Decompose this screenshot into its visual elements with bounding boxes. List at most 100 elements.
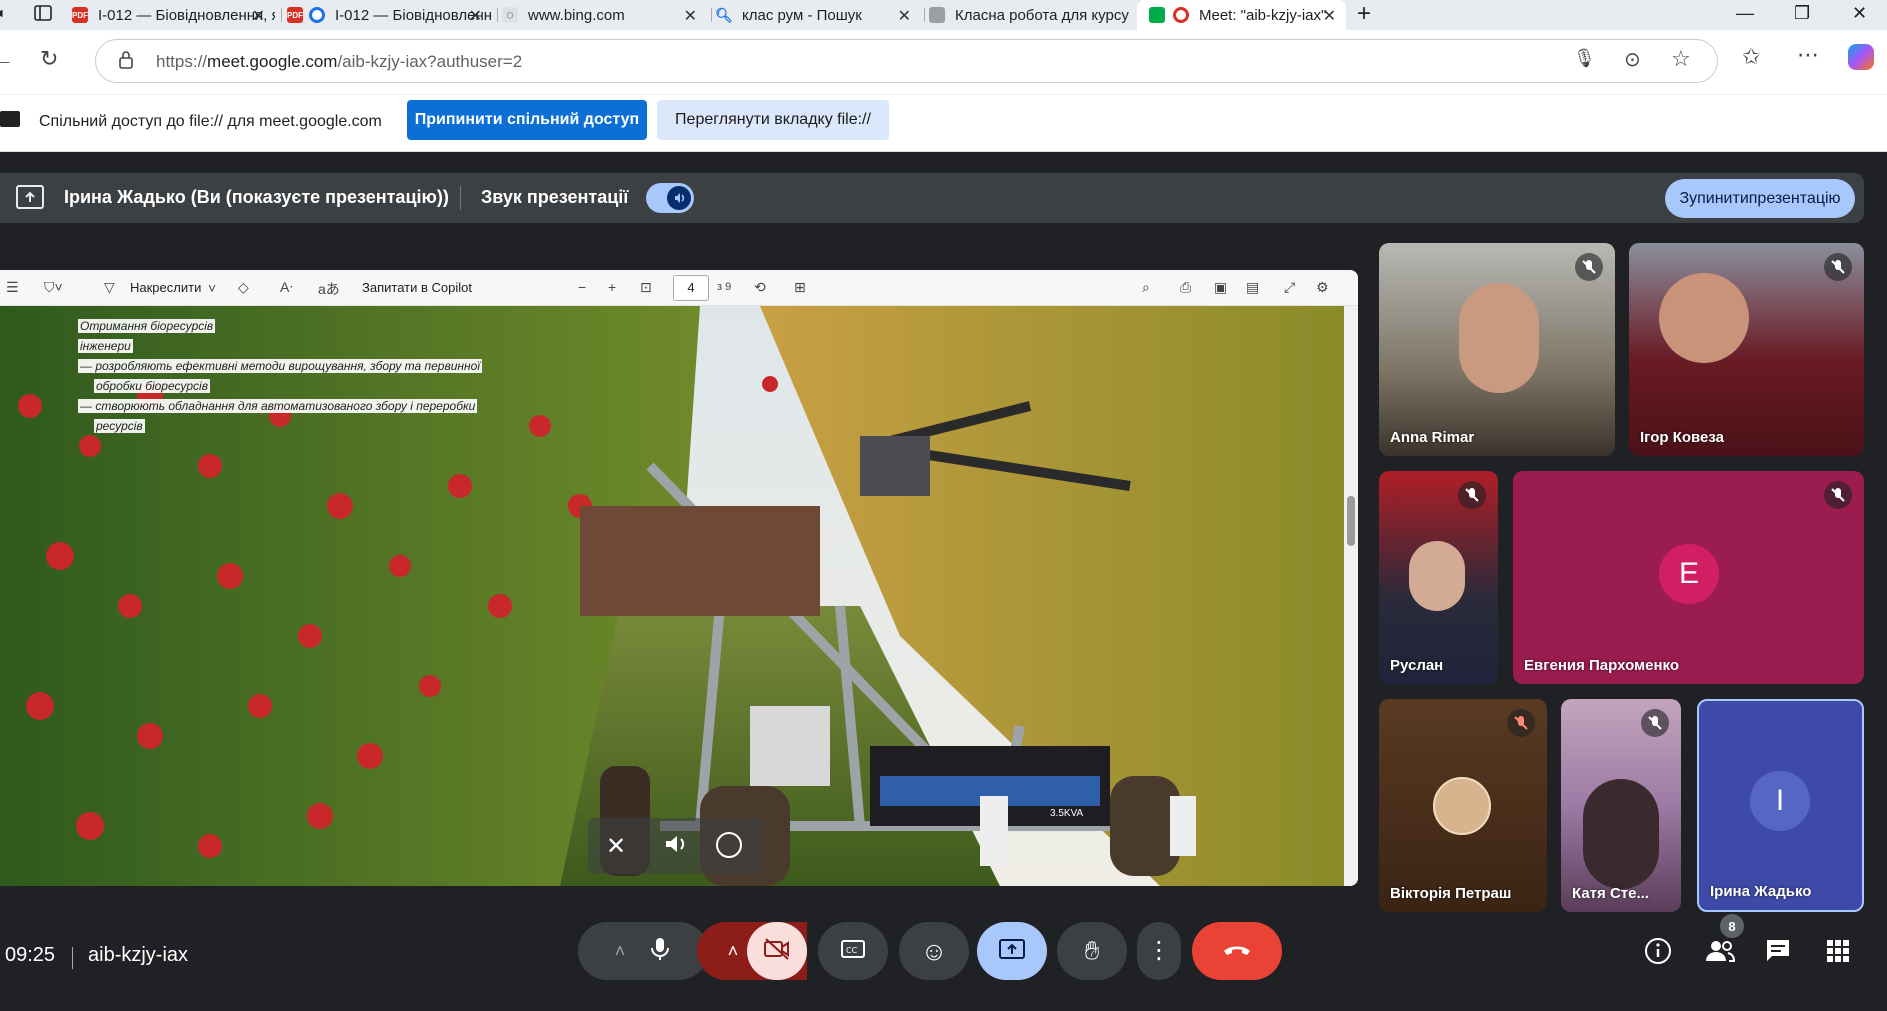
refresh-icon[interactable]: ↻ [40,46,58,72]
fullscreen-icon[interactable]: ⤢ [1284,279,1295,296]
contents-icon[interactable]: ☰ [6,279,19,296]
draw-icon[interactable]: ▽ [104,279,115,296]
people-count-badge: 8 [1720,914,1744,938]
camera-off-button[interactable] [747,922,807,980]
meeting-controls-bar: 09:25 aib-kzjy-iax ˄ ˄ CC ☺ ✋︎ ⋮ 8 [0,914,1887,1011]
media-controls-overlay: ✕ [588,818,764,874]
video-off-icon[interactable]: ✕ [606,832,626,861]
more-tools-icon[interactable]: ⊙ [1624,47,1641,72]
text-icon[interactable]: Aᐧ [280,279,293,296]
captions-icon: CC [840,939,866,964]
back-icon[interactable]: ← [0,46,14,72]
raise-hand-button[interactable]: ✋︎ [1057,922,1127,980]
favorites-icon[interactable]: ✩ [1742,44,1760,70]
participant-tile-ruslan[interactable]: Руслан [1379,471,1498,684]
highlight-icon[interactable]: ⛉˅ [44,279,63,296]
new-tab-icon[interactable]: + [1357,0,1371,28]
participant-tile-anna[interactable]: Anna Rimar [1379,243,1615,456]
svg-text:CC: CC [846,946,858,955]
captions-button[interactable]: CC [818,922,888,980]
scroll-thumb[interactable] [1347,496,1355,546]
participant-tile-ihor[interactable]: Ігор Ковеза [1629,243,1864,456]
pdf-scrollbar[interactable] [1344,306,1358,886]
browser-tab-6-active[interactable]: Meet: "aib-kzjy-iax" ✕ [1137,0,1346,30]
url-text[interactable]: https://meet.google.com/aib-kzjy-iax?aut… [156,52,522,72]
browser-tab-5[interactable]: Класна робота для курсу [929,0,1134,30]
total-pages: з 9 [717,281,732,293]
zoom-out-icon[interactable]: − [578,279,586,295]
chevron-up-icon[interactable]: ˄ [615,941,626,962]
more-options-button[interactable]: ⋮ [1137,922,1181,980]
read-aloud-icon[interactable]: aあ [318,279,340,299]
emoji-icon: ☺ [920,935,948,966]
meeting-info-icon[interactable] [1644,937,1672,970]
participant-tile-katia[interactable]: Катя Сте... [1561,699,1681,912]
browser-tab-4[interactable]: 🔍︎ клас рум - Пошук ✕ [716,0,921,30]
page-view-icon[interactable]: ⊞ [794,279,806,296]
microphone-button[interactable]: ˄ [578,922,708,980]
chevron-down-icon[interactable]: ˅ [208,280,216,296]
close-tab-icon[interactable]: ✕ [684,6,697,26]
presenting-bar: Ірина Жадько (Ви (показуєте презентацію)… [0,173,1864,223]
minimize-icon[interactable]: — [1736,3,1754,24]
present-now-button[interactable] [977,922,1047,980]
participant-avatar [1433,777,1491,835]
draw-label[interactable]: Накреслити [130,280,201,295]
profile-icon[interactable]: ◖ [0,5,6,23]
slide-line: інженери [78,339,133,353]
close-tab-icon[interactable]: ✕ [469,6,482,26]
page-number-input[interactable]: 4 [673,275,709,301]
activities-icon[interactable] [1824,937,1852,970]
lock-icon[interactable] [118,50,134,75]
microphone-icon[interactable]: 🎙︎ [1573,48,1596,69]
view-tab-button[interactable]: Переглянути вкладку file:// [657,100,889,140]
tab-actions-icon[interactable] [34,4,52,27]
gear-icon[interactable]: ⚙ [1316,279,1329,296]
rotate-icon[interactable]: ⟲ [754,279,766,296]
bing-icon: ⬡ [502,7,518,23]
save-as-icon[interactable]: ▤ [1246,279,1259,296]
chat-icon[interactable] [1764,937,1792,970]
participant-video [1659,273,1749,363]
mic-off-icon [1507,709,1535,737]
fit-width-icon[interactable]: ⊡ [640,279,652,296]
address-bar[interactable]: https://meet.google.com/aib-kzjy-iax?aut… [95,39,1718,83]
participant-tile-evgenia[interactable]: E Евгения Пархоменко [1513,471,1864,684]
participant-avatar: I [1750,771,1810,831]
remove-icon[interactable] [716,832,742,858]
chevron-up-icon[interactable]: ˄ [728,941,739,962]
close-window-icon[interactable]: ✕ [1852,3,1867,24]
recording-icon [1173,7,1189,23]
shared-pdf-viewer[interactable]: ☰ ⛉˅ ▽ Накреслити ˅ ◇ Aᐧ aあ Запитати в C… [0,270,1358,886]
stop-sharing-button[interactable]: Припинити спільний доступ [407,100,647,140]
save-icon[interactable]: ▣ [1214,279,1227,296]
print-icon[interactable]: ⎙ [1180,279,1191,296]
presentation-audio-label: Звук презентації [481,187,629,207]
close-tab-icon[interactable]: ✕ [252,6,265,26]
participant-tile-viktoria[interactable]: Вікторія Петраш [1379,699,1547,912]
volume-icon[interactable] [662,830,690,863]
people-icon[interactable] [1704,937,1736,970]
eraser-icon[interactable]: ◇ [238,279,249,296]
browser-tab-1[interactable]: PDF І-012 — Біовідновлення, як ✕ [70,0,275,30]
leave-call-button[interactable] [1192,922,1282,980]
meet-stage: Ірина Жадько (Ви (показуєте презентацію)… [0,153,1887,1011]
ask-copilot-button[interactable]: Запитати в Copilot [362,280,472,295]
close-tab-icon[interactable]: ✕ [1323,6,1336,26]
participant-tile-irina-self[interactable]: I Ірина Жадько [1697,699,1864,912]
search-icon[interactable]: ⌕ [1142,279,1150,296]
presentation-audio-toggle[interactable] [646,183,694,213]
browser-tab-3[interactable]: ⬡ www.bing.com ✕ [502,0,707,30]
close-tab-icon[interactable]: ✕ [898,6,911,26]
copilot-icon[interactable] [1848,44,1874,70]
favorite-star-icon[interactable]: ☆ [1671,46,1691,72]
slide-line: обробки біоресурсів [94,379,210,393]
stop-presenting-button[interactable]: Зупинити презентацію [1665,179,1855,218]
mic-off-icon [1824,253,1852,281]
browser-tab-2[interactable]: PDF І-012 — Біовідновлення ✕ [287,0,492,30]
settings-more-icon[interactable]: ⋯ [1797,42,1819,68]
zoom-in-icon[interactable]: + [608,279,616,295]
participant-name: Anna Rimar [1390,429,1475,446]
reactions-button[interactable]: ☺ [899,922,969,980]
restore-icon[interactable]: ❐ [1794,3,1810,24]
